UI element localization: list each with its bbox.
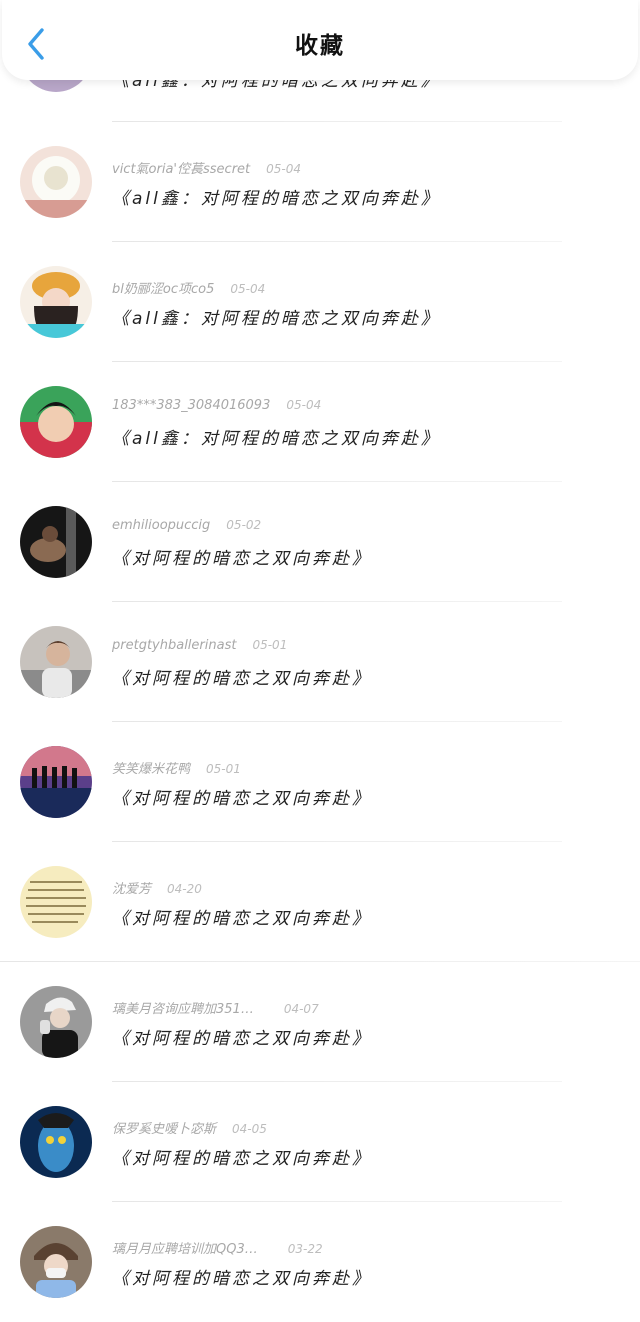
list-item[interactable]: vict氣oria'倥萇ssecret 05-04 《all鑫：对阿程的暗恋之双向… <box>0 122 640 242</box>
date: 05-01 <box>206 762 241 776</box>
username[interactable]: 璃美月咨询应聘加351… <box>112 1002 254 1017</box>
date: 03-22 <box>287 1242 323 1256</box>
username[interactable]: emhilioopuccig <box>112 518 210 533</box>
work-title[interactable]: 《对阿程的暗恋之双向奔赴》 <box>112 1024 372 1049</box>
work-title[interactable]: 《all鑫：对阿程的暗恋之双向奔赴》 <box>112 184 441 209</box>
item-meta: 笑笑爆米花鸭 05-01 <box>112 758 241 777</box>
list-item[interactable]: bl奶郦涩oc项co5 05-04 《all鑫：对阿程的暗恋之双向奔赴》 <box>0 242 640 362</box>
date: 04-07 <box>283 1002 319 1016</box>
favorites-list: 《all鑫：对阿程的暗恋之双向奔赴》 vict氣oria'倥萇ssecret 05… <box>0 0 640 1320</box>
username[interactable]: 笑笑爆米花鸭 <box>112 762 190 777</box>
list-item[interactable]: 保罗奚史嗳卜宓斯 04-05 《对阿程的暗恋之双向奔赴》 <box>0 1082 640 1202</box>
avatar <box>20 386 92 458</box>
item-meta: emhilioopuccig 05-02 <box>112 518 261 533</box>
username[interactable]: 沈爱芳 <box>112 882 151 897</box>
date: 05-04 <box>286 398 322 412</box>
top-bar: 收藏 <box>2 0 638 80</box>
work-title[interactable]: 《对阿程的暗恋之双向奔赴》 <box>112 904 372 929</box>
username[interactable]: 璃月月应聘培训加QQ3… <box>112 1242 258 1257</box>
item-meta: 沈爱芳 04-20 <box>112 878 202 897</box>
username[interactable]: 183***383_3084016093 <box>112 398 270 413</box>
list-item[interactable]: emhilioopuccig 05-02 《对阿程的暗恋之双向奔赴》 <box>0 482 640 602</box>
username[interactable]: bl奶郦涩oc项co5 <box>112 282 214 297</box>
username[interactable]: 保罗奚史嗳卜宓斯 <box>112 1122 216 1137</box>
item-meta: 璃美月咨询应聘加351… 04-07 <box>112 998 319 1017</box>
date: 04-20 <box>167 882 202 896</box>
username[interactable]: vict氣oria'倥萇ssecret <box>112 162 250 177</box>
list-item[interactable]: 183***383_3084016093 05-04 《all鑫：对阿程的暗恋之双… <box>0 362 640 482</box>
list-item[interactable]: 璃月月应聘培训加QQ3… 03-22 《对阿程的暗恋之双向奔赴》 <box>0 1202 640 1322</box>
page-title: 收藏 <box>295 33 345 59</box>
list-item[interactable]: 璃美月咨询应聘加351… 04-07 《对阿程的暗恋之双向奔赴》 <box>0 962 640 1082</box>
item-meta: bl奶郦涩oc项co5 05-04 <box>112 278 265 297</box>
avatar <box>20 746 92 818</box>
work-title[interactable]: 《all鑫：对阿程的暗恋之双向奔赴》 <box>112 424 441 449</box>
work-title[interactable]: 《对阿程的暗恋之双向奔赴》 <box>112 1144 372 1169</box>
list-item[interactable]: 沈爱芳 04-20 《对阿程的暗恋之双向奔赴》 <box>0 842 640 962</box>
date: 05-01 <box>252 638 288 652</box>
item-meta: 183***383_3084016093 05-04 <box>112 398 321 413</box>
date: 04-05 <box>232 1122 267 1136</box>
item-meta: 保罗奚史嗳卜宓斯 04-05 <box>112 1118 267 1137</box>
avatar <box>20 866 92 938</box>
work-title[interactable]: 《对阿程的暗恋之双向奔赴》 <box>112 544 372 569</box>
date: 05-02 <box>226 518 262 532</box>
work-title[interactable]: 《对阿程的暗恋之双向奔赴》 <box>112 784 372 809</box>
avatar <box>20 146 92 218</box>
item-meta: pretgtyhballerinast 05-01 <box>112 638 287 653</box>
avatar <box>20 986 92 1058</box>
list-item[interactable]: 笑笑爆米花鸭 05-01 《对阿程的暗恋之双向奔赴》 <box>0 722 640 842</box>
avatar <box>20 506 92 578</box>
date: 05-04 <box>230 282 266 296</box>
work-title[interactable]: 《对阿程的暗恋之双向奔赴》 <box>112 664 372 689</box>
username[interactable]: pretgtyhballerinast <box>112 638 236 653</box>
list-item[interactable]: pretgtyhballerinast 05-01 《对阿程的暗恋之双向奔赴》 <box>0 602 640 722</box>
avatar <box>20 626 92 698</box>
item-meta: 璃月月应聘培训加QQ3… 03-22 <box>112 1238 323 1257</box>
avatar <box>20 1226 92 1298</box>
avatar <box>20 1106 92 1178</box>
avatar <box>20 266 92 338</box>
item-meta: vict氣oria'倥萇ssecret 05-04 <box>112 158 301 177</box>
work-title[interactable]: 《对阿程的暗恋之双向奔赴》 <box>112 1264 372 1289</box>
work-title[interactable]: 《all鑫：对阿程的暗恋之双向奔赴》 <box>112 304 441 329</box>
date: 05-04 <box>266 162 302 176</box>
